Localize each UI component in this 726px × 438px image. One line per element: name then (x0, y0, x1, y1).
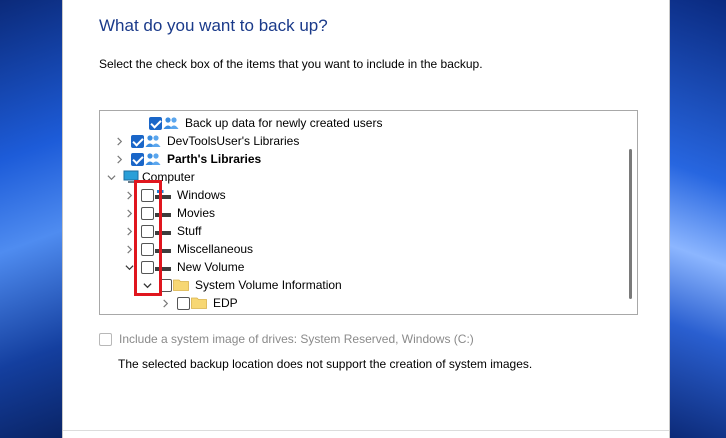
backup-items-tree[interactable]: Back up data for newly created users Dev… (99, 110, 638, 315)
tree-item-system-volume-information[interactable]: System Volume Information (141, 276, 342, 294)
tree-item-label: Windows (177, 188, 226, 202)
tree-scrollbar[interactable] (623, 111, 637, 314)
checkbox-new-users[interactable] (149, 116, 162, 130)
checkbox-edp[interactable] (177, 296, 190, 310)
checkbox-devtools-libraries[interactable] (131, 134, 144, 148)
annotation-highlight-box (134, 180, 162, 296)
scrollbar-thumb[interactable] (629, 149, 632, 299)
checkbox-parths-libraries[interactable] (131, 152, 144, 166)
tree-item-label: Back up data for newly created users (185, 116, 383, 130)
system-image-option: Include a system image of drives: System… (99, 332, 474, 346)
chevron-right-icon[interactable] (113, 153, 125, 165)
folder-icon (173, 278, 189, 292)
tree-item-label: DevToolsUser's Libraries (167, 134, 300, 148)
page-title: What do you want to back up? (99, 16, 328, 35)
tree-item-label: Movies (177, 206, 216, 220)
users-icon (145, 134, 161, 148)
tree-item-label: System Volume Information (195, 278, 342, 292)
system-image-note: The selected backup location does not su… (118, 357, 533, 371)
chevron-down-icon[interactable] (105, 171, 117, 183)
chevron-right-icon[interactable] (113, 135, 125, 147)
users-icon (145, 152, 161, 166)
system-image-label: Include a system image of drives: System… (119, 332, 474, 346)
users-icon (163, 116, 179, 130)
tree-item-parths-libraries[interactable]: Parth's Libraries (113, 150, 261, 168)
page-subtitle: Select the check box of the items that y… (99, 57, 483, 71)
tree-item-label: New Volume (177, 260, 245, 274)
system-image-checkbox (99, 332, 112, 346)
divider (63, 430, 669, 431)
tree-item-label: Stuff (177, 224, 202, 238)
tree-item-edp[interactable]: EDP (159, 294, 238, 312)
tree-item-new-users[interactable]: Back up data for newly created users (131, 114, 382, 132)
tree-item-label: Parth's Libraries (167, 152, 262, 166)
desktop-wallpaper-left (0, 0, 62, 438)
tree-item-label: EDP (213, 296, 238, 310)
tree-item-label: Miscellaneous (177, 242, 254, 256)
desktop-wallpaper-right (670, 0, 726, 438)
tree-item-devtools-libraries[interactable]: DevToolsUser's Libraries (113, 132, 299, 150)
chevron-right-icon[interactable] (159, 297, 171, 309)
folder-icon (191, 296, 207, 310)
